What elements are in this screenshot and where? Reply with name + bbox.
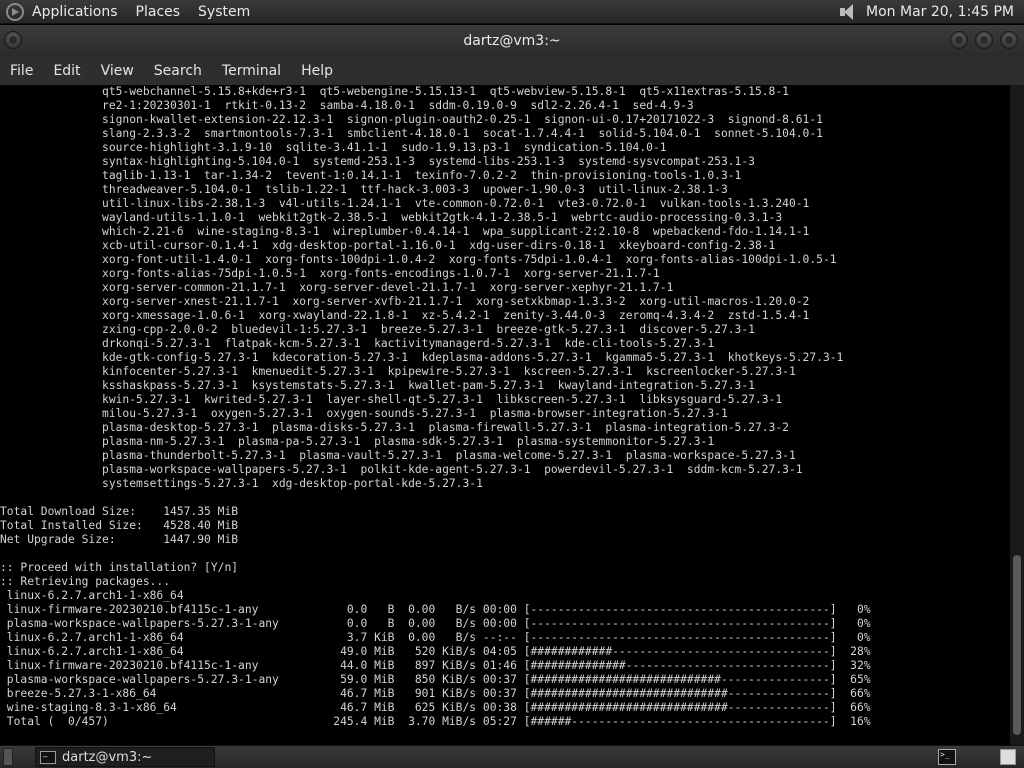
system-menu[interactable]: System <box>198 4 250 20</box>
terminal-line: syntax-highlighting-5.104.0-1 systemd-25… <box>0 155 755 168</box>
menu-terminal[interactable]: Terminal <box>222 63 281 79</box>
terminal-icon <box>40 748 56 764</box>
terminal-line: zxing-cpp-2.0.0-2 bluedevil-1:5.27.3-1 b… <box>0 323 755 336</box>
terminal-line: threadweaver-5.104.0-1 tslib-1.22-1 ttf-… <box>0 183 728 196</box>
terminal-line: plasma-desktop-5.27.3-1 plasma-disks-5.2… <box>0 421 789 434</box>
terminal-line: signon-kwallet-extension-22.12.3-1 signo… <box>0 113 823 126</box>
maximize-icon[interactable] <box>975 31 993 49</box>
places-menu[interactable]: Places <box>136 4 181 20</box>
terminal-line: plasma-thunderbolt-5.27.3-1 plasma-vault… <box>0 449 796 462</box>
window-titlebar[interactable]: dartz@vm3:~ <box>0 25 1024 56</box>
top-panel: Applications Places System Mon Mar 20, 1… <box>0 0 1024 24</box>
terminal-line: linux-6.2.7.arch1-1-x86_64 49.0 MiB 520 … <box>0 645 871 658</box>
terminal-line: plasma-workspace-wallpapers-5.27.3-1-any… <box>0 673 871 686</box>
scrollbar-thumb[interactable] <box>1013 555 1021 735</box>
mint-logo-icon[interactable] <box>6 2 24 21</box>
terminal-line: drkonqi-5.27.3-1 flatpak-kcm-5.27.3-1 ka… <box>0 337 715 350</box>
task-label: dartz@vm3:~ <box>62 749 153 765</box>
menu-file[interactable]: File <box>10 63 33 79</box>
terminal-line: wayland-utils-1.1.0-1 webkit2gtk-2.38.5-… <box>0 211 783 224</box>
terminal-line: ksshaskpass-5.27.3-1 ksystemstats-5.27.3… <box>0 379 755 392</box>
terminal-output[interactable]: qt5-webchannel-5.15.8+kde+r3-1 qt5-weben… <box>0 85 1010 745</box>
minimize-icon[interactable] <box>950 31 968 49</box>
menu-bar: File Edit View Search Terminal Help <box>0 56 1024 85</box>
terminal-line: which-2.21-6 wine-staging-8.3-1 wireplum… <box>0 225 810 238</box>
terminal-line: wine-staging-8.3-1-x86_64 46.7 MiB 625 K… <box>0 701 871 714</box>
terminal-line: linux-6.2.7.arch1-1-x86_64 <box>0 589 184 602</box>
applications-menu[interactable]: Applications <box>32 4 118 20</box>
terminal-scrollbar[interactable] <box>1010 85 1024 745</box>
terminal-line: :: Proceed with installation? [Y/n] <box>0 561 239 574</box>
terminal-line: linux-6.2.7.arch1-1-x86_64 3.7 KiB 0.00 … <box>0 631 871 644</box>
terminal-line: linux-firmware-20230210.bf4115c-1-any 44… <box>0 659 871 672</box>
window-menu-icon[interactable] <box>4 31 22 49</box>
terminal-line: kde-gtk-config-5.27.3-1 kdecoration-5.27… <box>0 351 844 364</box>
menu-search[interactable]: Search <box>154 63 202 79</box>
clock[interactable]: Mon Mar 20, 1:45 PM <box>866 4 1014 20</box>
taskbar: dartz@vm3:~ <box>0 745 1024 768</box>
close-icon[interactable] <box>1000 31 1018 49</box>
terminal-line: Net Upgrade Size: 1447.90 MiB <box>0 533 239 546</box>
menu-help[interactable]: Help <box>301 63 333 79</box>
terminal-line: breeze-5.27.3-1-x86_64 46.7 MiB 901 KiB/… <box>0 687 871 700</box>
terminal-line: plasma-workspace-wallpapers-5.27.3-1-any… <box>0 617 871 630</box>
terminal-line: kinfocenter-5.27.3-1 kmenuedit-5.27.3-1 … <box>0 365 796 378</box>
terminal-line: xorg-font-util-1.4.0-1 xorg-fonts-100dpi… <box>0 253 837 266</box>
terminal-line: Total Download Size: 1457.35 MiB <box>0 505 239 518</box>
terminal-line: slang-2.3.3-2 smartmontools-7.3-1 smbcli… <box>0 127 823 140</box>
show-desktop-icon[interactable] <box>3 748 13 766</box>
terminal-line: linux-firmware-20230210.bf4115c-1-any 0.… <box>0 603 871 616</box>
terminal-line: kwin-5.27.3-1 kwrited-5.27.3-1 layer-she… <box>0 393 783 406</box>
window-title: dartz@vm3:~ <box>463 32 561 49</box>
terminal-line: plasma-workspace-wallpapers-5.27.3-1 pol… <box>0 463 803 476</box>
terminal-line: taglib-1.13-1 tar-1.34-2 tevent-1:0.14.1… <box>0 169 742 182</box>
terminal-line: xorg-server-common-21.1.7-1 xorg-server-… <box>0 281 674 294</box>
panel-tray: Mon Mar 20, 1:45 PM <box>838 2 1024 22</box>
terminal-line: Total Installed Size: 4528.40 MiB <box>0 519 239 532</box>
workspace-icon[interactable] <box>1000 749 1016 765</box>
terminal-line: qt5-webchannel-5.15.8+kde+r3-1 qt5-weben… <box>0 85 789 98</box>
terminal-line: plasma-nm-5.27.3-1 plasma-pa-5.27.3-1 pl… <box>0 435 715 448</box>
terminal-line: re2-1:20230301-1 rtkit-0.13-2 samba-4.18… <box>0 99 694 112</box>
terminal-tray-icon[interactable] <box>938 749 956 765</box>
terminal-line: milou-5.27.3-1 oxygen-5.27.3-1 oxygen-so… <box>0 407 728 420</box>
terminal-line: systemsettings-5.27.3-1 xdg-desktop-port… <box>0 477 483 490</box>
terminal-line: source-highlight-3.1.9-10 sqlite-3.41.1-… <box>0 141 667 154</box>
terminal-line: xcb-util-cursor-0.1.4-1 xdg-desktop-port… <box>0 239 776 252</box>
terminal-line: Total ( 0/457) 245.4 MiB 3.70 MiB/s 05:2… <box>0 715 871 728</box>
menu-edit[interactable]: Edit <box>53 63 80 79</box>
terminal-line: util-linux-libs-2.38.1-3 v4l-utils-1.24.… <box>0 197 810 210</box>
terminal-line: xorg-xmessage-1.0.6-1 xorg-xwayland-22.1… <box>0 309 810 322</box>
terminal-line: :: Retrieving packages... <box>0 575 171 588</box>
menu-view[interactable]: View <box>101 63 134 79</box>
speaker-icon[interactable] <box>838 2 858 22</box>
taskbar-terminal-button[interactable]: dartz@vm3:~ <box>35 747 215 767</box>
terminal-line: xorg-fonts-alias-75dpi-1.0.5-1 xorg-font… <box>0 267 660 280</box>
terminal-line: xorg-server-xnest-21.1.7-1 xorg-server-x… <box>0 295 810 308</box>
